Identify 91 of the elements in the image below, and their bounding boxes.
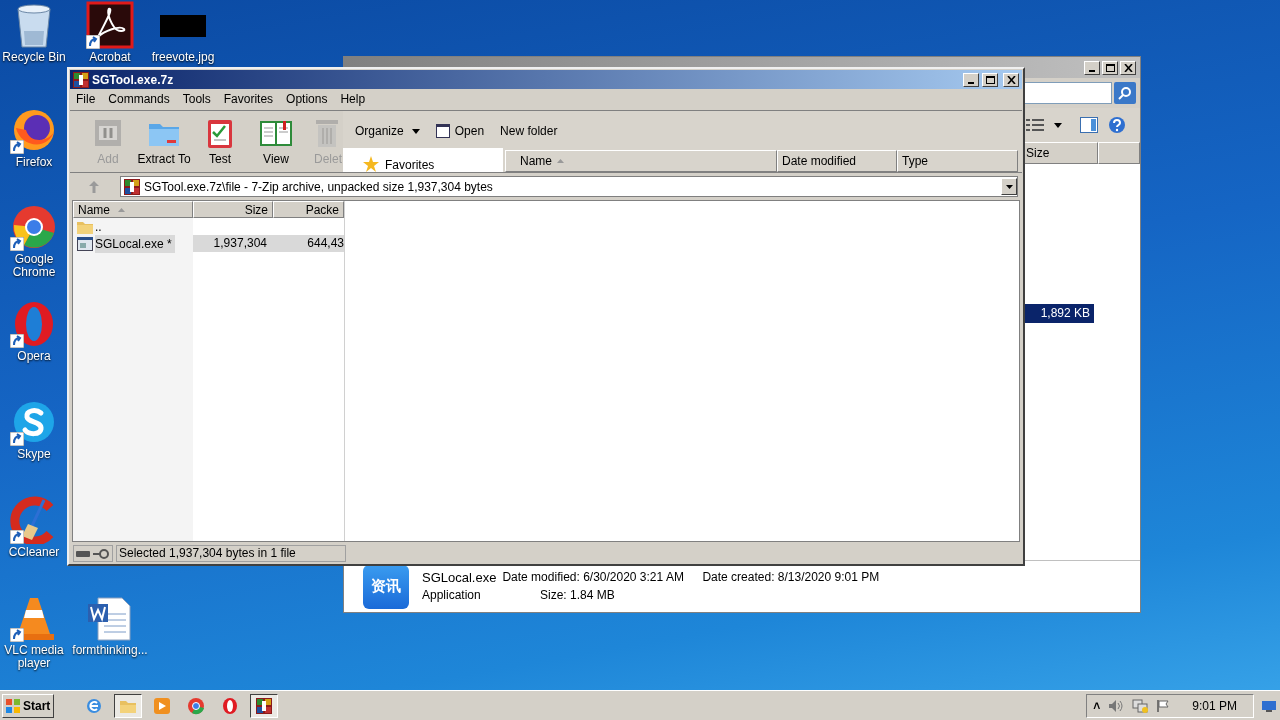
menu-item[interactable]: Options — [286, 90, 328, 108]
file-row[interactable]: SGLocal.exe * 1,937,304 644,43 — [73, 235, 344, 252]
desktop-icon-label[interactable]: Google Chrome — [2, 253, 66, 279]
sort-arrow-icon — [557, 159, 564, 163]
desktop-icon-label[interactable]: VLC media player — [2, 644, 66, 670]
start-button[interactable]: Start — [2, 693, 54, 718]
desktop-icon-label[interactable]: Opera — [17, 350, 51, 363]
minimize-button[interactable] — [1084, 60, 1100, 75]
clock[interactable]: 9:01 PM — [1192, 696, 1237, 715]
taskbar-button[interactable] — [114, 693, 142, 718]
favorites-item[interactable]: Favorites — [385, 158, 435, 172]
file-name: SGLocal.exe — [422, 570, 497, 585]
close-button[interactable] — [1003, 72, 1019, 87]
pdf-app-icon[interactable] — [86, 1, 134, 49]
desktop-icon-label[interactable]: freevote.jpg — [151, 51, 215, 64]
file-row[interactable]: .. — [73, 218, 344, 235]
search-button[interactable] — [1114, 82, 1136, 104]
file-size-text: Size: 1.84 MB — [540, 588, 615, 603]
desktop-icon-label[interactable]: Acrobat — [89, 51, 131, 64]
taskbar-button[interactable] — [250, 693, 278, 718]
app-icon: 资讯 — [363, 564, 409, 609]
search-icon — [1118, 86, 1132, 100]
close-icon — [1123, 63, 1133, 72]
toolbar-button[interactable]: View — [248, 115, 304, 168]
archive-app-icon — [73, 71, 89, 88]
archive-icon — [124, 178, 140, 195]
address-combo[interactable]: SGTool.exe.7z\file - 7-Zip archive, unpacked size 1,937,304 bytes — [120, 176, 1018, 197]
date-modified-text: Date modified: 6/30/2020 3:21 AM — [502, 570, 685, 585]
column-header[interactable]: Date modified — [777, 150, 897, 172]
minimize-icon — [968, 81, 974, 84]
minimize-icon — [1089, 69, 1095, 72]
flag-icon[interactable] — [1156, 698, 1171, 713]
status-text: Selected 1,937,304 bytes in 1 file — [116, 545, 346, 562]
desktop-icon-label[interactable]: CCleaner — [8, 546, 60, 559]
desktop-icon-label[interactable]: formthinking... — [72, 644, 148, 657]
date-created-text: Date created: 8/13/2020 9:01 PM — [702, 570, 880, 585]
help-icon[interactable] — [1108, 116, 1126, 134]
sort-arrow-icon — [118, 207, 125, 212]
toolbar-button[interactable]: Test — [192, 115, 248, 168]
program-icon — [77, 236, 93, 251]
file-type-text: Application — [422, 588, 482, 603]
desktop-icon-label[interactable]: Skype — [17, 448, 51, 461]
close-button[interactable] — [1120, 60, 1136, 75]
dropdown-arrow-icon — [411, 128, 420, 134]
minimize-button[interactable] — [963, 72, 979, 87]
star-icon — [363, 156, 379, 172]
show-hidden-icons-button[interactable]: ˄ — [1093, 696, 1101, 715]
toolbar-button[interactable]: New folder — [500, 122, 558, 140]
document-w-icon[interactable] — [86, 594, 134, 642]
play-icon — [153, 696, 171, 715]
column-header[interactable]: Type — [897, 150, 1018, 172]
maximize-icon — [985, 75, 995, 84]
up-arrow-icon — [89, 180, 99, 193]
maximize-icon — [1105, 63, 1115, 72]
desktop-icon-label[interactable]: Firefox — [15, 156, 53, 169]
column-header[interactable]: Name — [73, 201, 193, 218]
menu-item[interactable]: File — [76, 90, 96, 108]
key-icon — [93, 548, 109, 559]
column-header[interactable]: Size — [193, 201, 273, 218]
toolbar-button[interactable]: Open — [435, 122, 485, 140]
menu-item[interactable]: Favorites — [223, 90, 274, 108]
search-field[interactable] — [1022, 82, 1112, 104]
menu-item[interactable]: Tools — [182, 90, 211, 108]
archive-app-icon — [255, 696, 273, 715]
browser-wheel-icon[interactable] — [10, 203, 58, 251]
drive-icon — [76, 550, 90, 557]
dropdown-arrow-icon[interactable] — [1054, 122, 1062, 128]
maximize-button[interactable] — [1102, 60, 1118, 75]
speaker-icon[interactable] — [1108, 698, 1125, 713]
maximize-button[interactable] — [982, 72, 998, 87]
column-header[interactable]: Name — [505, 150, 777, 172]
menu-item[interactable]: Help — [340, 90, 366, 108]
view-list-icon[interactable] — [1026, 118, 1044, 132]
close-icon — [1006, 75, 1016, 84]
toolbar-button[interactable]: Extract To — [136, 115, 192, 168]
globe-e-icon — [85, 696, 103, 715]
dropdown-button[interactable] — [1001, 178, 1017, 195]
browser-wheel-icon — [187, 696, 205, 715]
table-cell[interactable]: 1,892 KB — [1024, 304, 1094, 323]
preview-pane-icon[interactable] — [1080, 117, 1098, 133]
ring-icon — [221, 696, 239, 715]
window-icon — [435, 124, 450, 138]
desktop-icon-label[interactable]: Recycle Bin — [2, 51, 66, 64]
monitor-icon — [1262, 699, 1276, 712]
toolbar-button[interactable]: Organize — [355, 122, 420, 140]
window-title: SGTool.exe.7z — [92, 71, 175, 89]
menu-item[interactable]: Commands — [108, 90, 170, 108]
windows-flag-icon — [5, 697, 21, 714]
network-icon[interactable] — [1132, 698, 1149, 713]
column-header[interactable]: Packe — [273, 201, 344, 218]
dropdown-arrow-icon — [1005, 184, 1013, 189]
